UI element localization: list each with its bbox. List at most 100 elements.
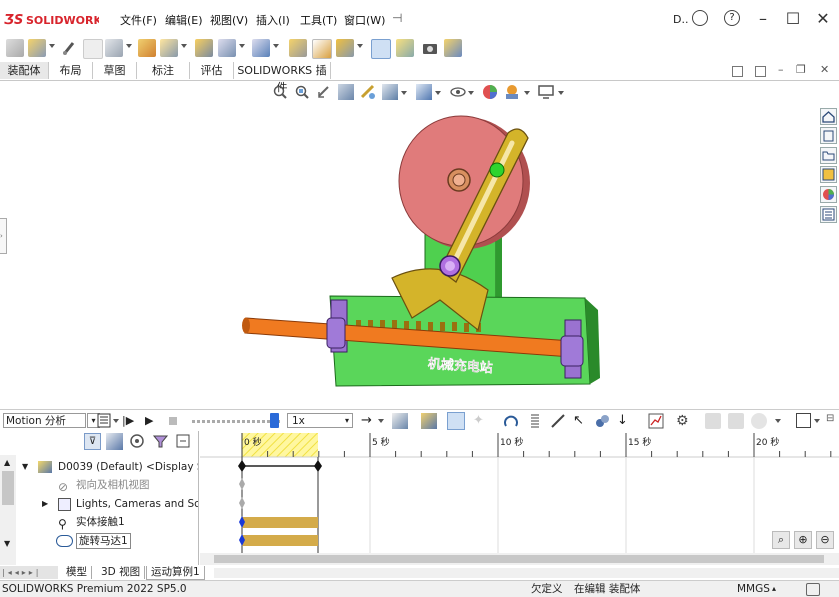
tab-3d-view[interactable]: 3D 视图 — [97, 566, 146, 579]
large-assembly-icon[interactable] — [444, 39, 462, 57]
bottom-tabs-scrollbar[interactable] — [214, 568, 839, 578]
study-type-select[interactable]: Motion 分析 — [3, 413, 86, 428]
hide-show-dropdown[interactable] — [468, 91, 474, 95]
edit-component-icon[interactable] — [6, 39, 24, 57]
insert-component-dropdown[interactable] — [49, 44, 55, 48]
tree-row-root[interactable]: ▼ D0039 (Default) <Display Sta — [0, 458, 198, 476]
gravity-icon[interactable]: ↓ — [617, 413, 628, 429]
take-snapshot-icon[interactable] — [421, 39, 439, 57]
damper-icon[interactable] — [550, 413, 566, 429]
tree-row-contact[interactable]: ⚲ 实体接触1 — [0, 513, 198, 531]
layout-icon[interactable] — [796, 413, 811, 428]
timeline-area[interactable]: 0 秒 5 秒 10 秒 15 秒 20 秒 ⌕ ⊕ ⊖ — [200, 431, 839, 565]
simulation-dropdown[interactable] — [775, 419, 781, 423]
reference-geometry-icon[interactable] — [252, 39, 270, 57]
section-view-icon[interactable] — [338, 84, 354, 100]
filter-results-icon[interactable] — [152, 433, 169, 450]
user-icon[interactable] — [692, 10, 708, 26]
simulation-results-icon[interactable] — [728, 413, 744, 429]
view-settings-dropdown[interactable] — [558, 91, 564, 95]
tree-scroll-up-icon[interactable]: ▲ — [4, 458, 10, 467]
previous-view-icon[interactable] — [316, 84, 332, 100]
tab-model[interactable]: 模型 — [62, 566, 92, 579]
tab-sketch[interactable]: 草图 — [93, 62, 137, 79]
menu-insert[interactable]: 插入(I) — [256, 12, 290, 28]
dynamic-annotation-icon[interactable] — [360, 84, 376, 100]
tile-horizontal-icon[interactable] — [732, 66, 743, 77]
save-animation-icon[interactable] — [392, 413, 408, 429]
playback-slider-thumb[interactable] — [270, 413, 279, 428]
exploded-view-icon[interactable] — [336, 39, 354, 57]
appearances-icon[interactable] — [820, 186, 837, 203]
playback-mode-dropdown[interactable] — [378, 419, 384, 423]
display-style-icon[interactable] — [416, 84, 432, 100]
solidworks-logo[interactable]: ƷS SOLIDWORKS — [4, 10, 110, 28]
motion-manager-close-icon[interactable]: ⊟ — [826, 413, 834, 424]
custom-properties-icon[interactable] — [820, 206, 837, 223]
expand-arrow[interactable]: ▶ — [42, 495, 48, 513]
view-orientation-icon[interactable] — [382, 84, 398, 100]
play-icon[interactable]: ▶ — [145, 415, 153, 427]
move-dropdown[interactable] — [181, 44, 187, 48]
play-from-start-icon[interactable]: |▶ — [122, 415, 134, 427]
new-motion-study-icon[interactable] — [289, 39, 307, 57]
tab-scroll-buttons[interactable]: |◂◂▸▸| — [0, 566, 58, 579]
edit-appearance-icon[interactable] — [482, 84, 498, 100]
simulation-setup-icon[interactable] — [705, 413, 721, 429]
display-style-dropdown[interactable] — [435, 91, 441, 95]
tab-solidworks-addins[interactable]: SOLIDWORKS 插件 — [234, 62, 331, 94]
pin-icon[interactable]: ⊣ — [392, 11, 402, 25]
stop-icon[interactable] — [169, 417, 177, 425]
force-icon[interactable]: ↖ — [573, 413, 584, 429]
doc-restore-icon[interactable]: ❐ — [796, 63, 806, 76]
menu-tools[interactable]: 工具(T) — [300, 12, 337, 28]
view-palette-icon[interactable] — [820, 166, 837, 183]
pattern-dropdown[interactable] — [126, 44, 132, 48]
user-name[interactable]: D.. — [673, 13, 688, 26]
help-chat-icon[interactable] — [806, 583, 820, 596]
doc-minimize-icon[interactable]: – — [778, 63, 784, 76]
tree-row-motor[interactable]: 旋转马达1 — [0, 532, 198, 550]
filter-animated-icon[interactable]: ⊽ — [84, 433, 101, 450]
layout-dropdown[interactable] — [814, 419, 820, 423]
apply-scene-dropdown[interactable] — [524, 91, 530, 95]
help-icon[interactable]: ? — [724, 10, 740, 26]
tab-assembly[interactable]: 装配体 — [0, 62, 49, 79]
menu-view[interactable]: 视图(V) — [210, 12, 248, 28]
assembly-features-icon[interactable] — [218, 39, 236, 57]
contact-icon[interactable] — [594, 413, 610, 429]
reference-geometry-dropdown[interactable] — [273, 44, 279, 48]
unit-dropdown-icon[interactable]: ▴ — [772, 581, 776, 597]
tree-scroll-down-icon[interactable]: ▼ — [4, 539, 10, 548]
smart-fasteners-icon[interactable] — [138, 39, 156, 57]
menu-window[interactable]: 窗口(W) — [344, 12, 385, 28]
playback-mode-icon[interactable]: → — [361, 413, 372, 428]
assembly-features-dropdown[interactable] — [239, 44, 245, 48]
show-hidden-icon[interactable] — [195, 39, 213, 57]
playback-slider-track[interactable] — [192, 420, 280, 423]
add-key-icon[interactable]: ✦ — [473, 413, 489, 429]
tab-motion-study[interactable]: 运动算例1 — [146, 566, 205, 580]
model-viewport[interactable]: 机械充电站 — [0, 104, 815, 404]
calculate-icon[interactable] — [97, 413, 111, 428]
design-library-icon[interactable] — [820, 127, 837, 144]
motor-icon[interactable] — [503, 413, 519, 429]
view-orientation-dropdown[interactable] — [401, 91, 407, 95]
doc-close-icon[interactable]: ✕ — [820, 63, 829, 76]
insert-component-icon[interactable] — [28, 39, 46, 57]
instant3d-icon[interactable] — [371, 39, 391, 59]
tab-markup[interactable]: 标注 — [137, 62, 190, 79]
filter-selected-icon[interactable] — [129, 433, 146, 450]
bill-of-materials-icon[interactable] — [312, 39, 332, 59]
zoom-to-area-icon[interactable] — [294, 84, 310, 100]
minimize-icon[interactable]: – — [752, 8, 774, 30]
animation-wizard-icon[interactable] — [421, 413, 437, 429]
move-component-icon[interactable] — [160, 39, 178, 57]
tile-vertical-icon[interactable] — [755, 66, 766, 77]
collapse-tree-icon[interactable] — [175, 433, 192, 450]
unit-system[interactable]: MMGS — [737, 581, 770, 597]
expand-arrow[interactable]: ▼ — [22, 458, 28, 476]
zoom-in-timeline-icon[interactable]: ⊕ — [794, 531, 812, 549]
tree-row-view-camera[interactable]: ⊘ 视向及相机视图 — [0, 476, 198, 494]
tab-evaluate[interactable]: 评估 — [190, 62, 234, 79]
